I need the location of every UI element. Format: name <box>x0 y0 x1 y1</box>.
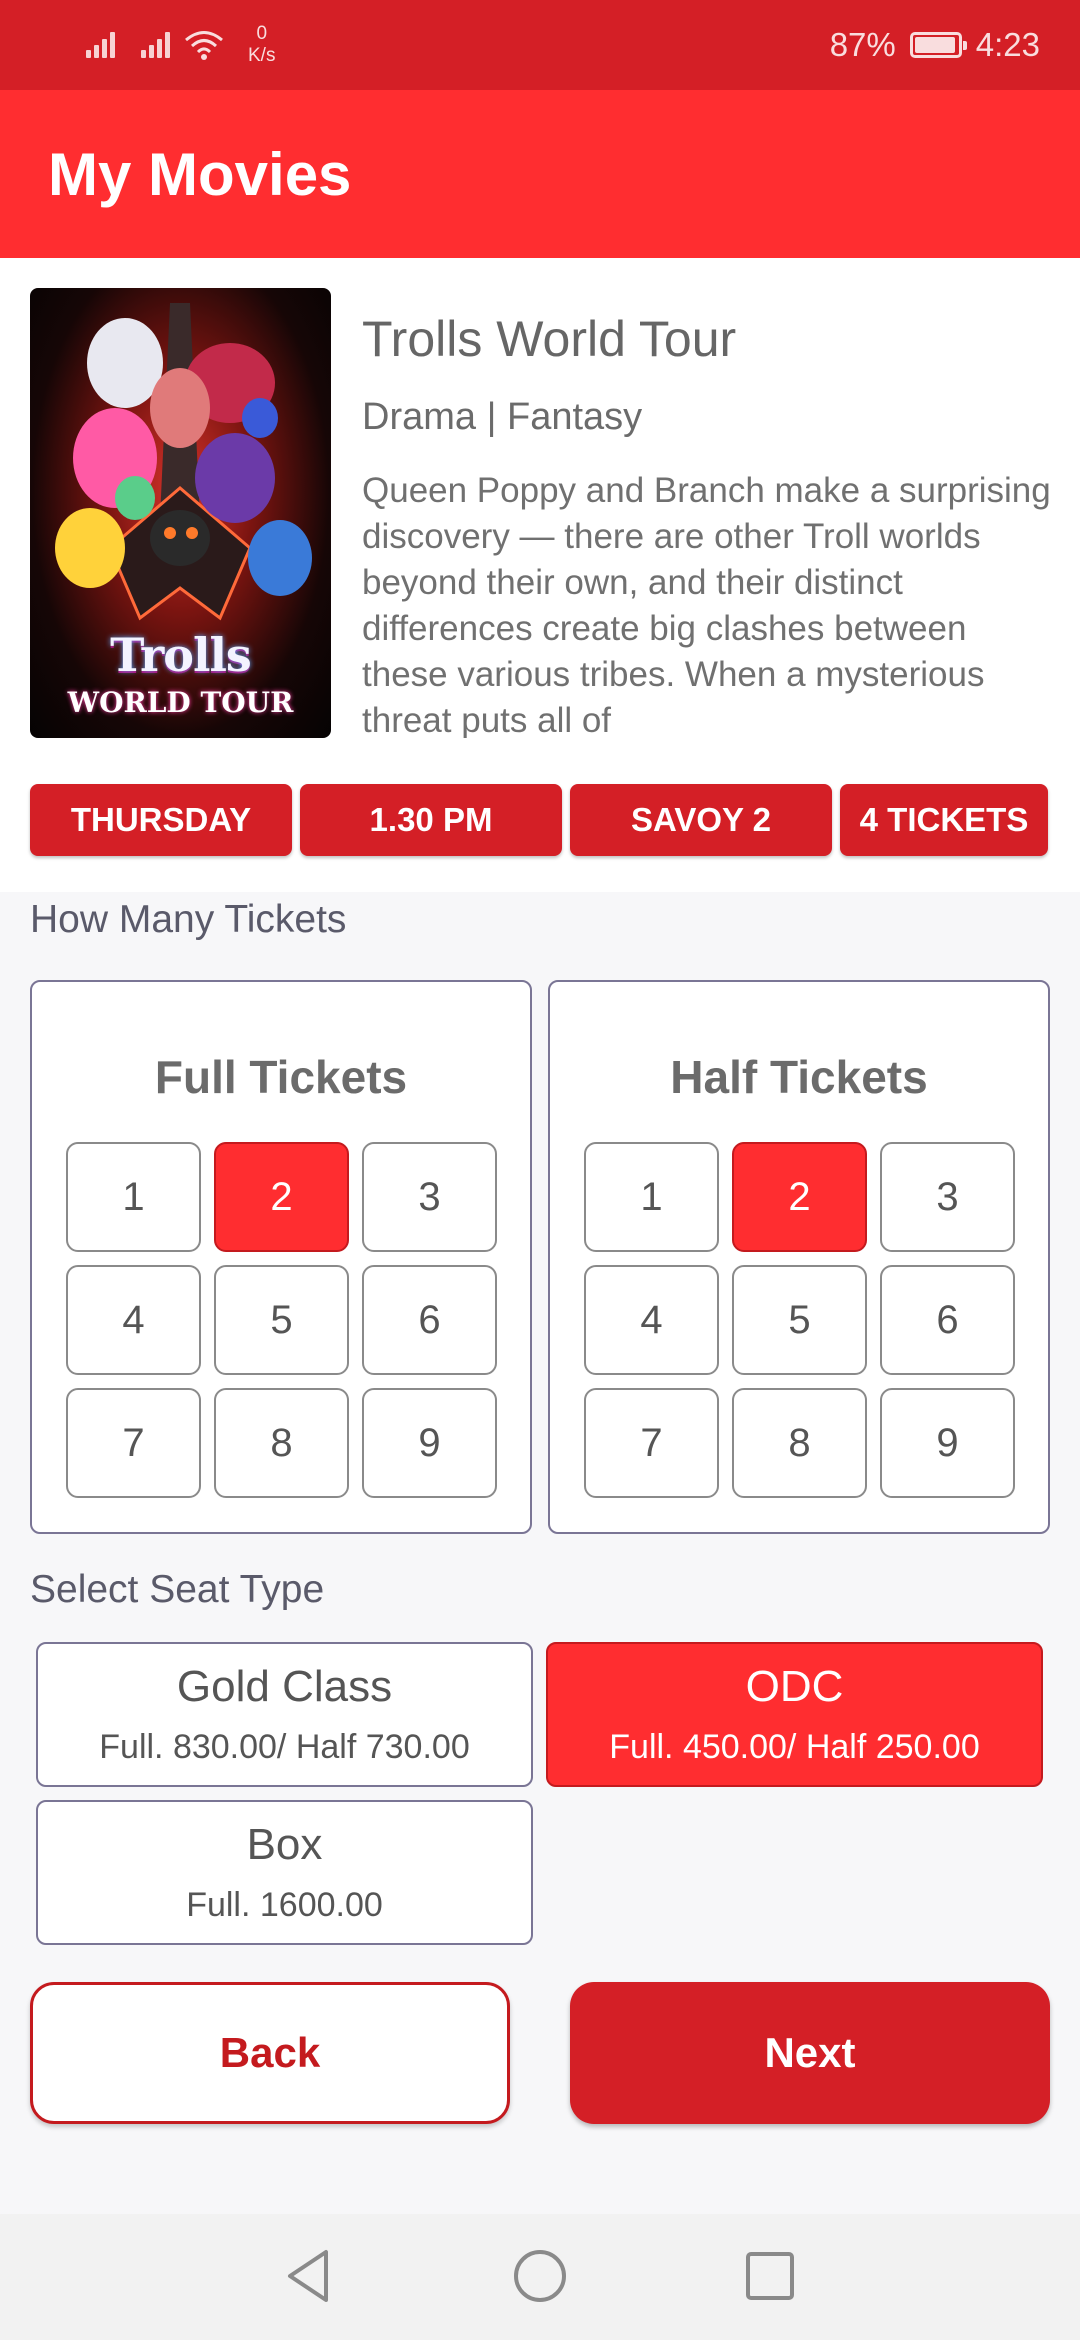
wifi-icon <box>184 29 224 61</box>
half-tickets-panel: Half Tickets 1 2 3 4 5 6 7 8 9 <box>548 980 1050 1534</box>
back-nav-icon[interactable] <box>276 2244 340 2308</box>
half-ticket-1[interactable]: 1 <box>584 1142 719 1252</box>
seat-option-price: Full. 450.00/ Half 250.00 <box>609 1728 980 1766</box>
ticket-count-label: How Many Tickets <box>30 898 347 941</box>
status-right: 87% 4:23 <box>830 22 1040 68</box>
status-left: 0 K/s <box>86 18 275 72</box>
network-speed: 0 K/s <box>248 23 276 66</box>
movie-title: Trolls World Tour <box>362 311 737 367</box>
half-ticket-9[interactable]: 9 <box>880 1388 1015 1498</box>
movie-description: Queen Poppy and Branch make a surprising… <box>362 471 1051 738</box>
half-ticket-7[interactable]: 7 <box>584 1388 719 1498</box>
signal-icon <box>86 32 115 58</box>
app-title: My Movies <box>48 141 352 208</box>
battery-percent: 87% <box>829 26 896 63</box>
full-ticket-1[interactable]: 1 <box>66 1142 201 1252</box>
hall-chip[interactable]: SAVOY 2 <box>570 784 832 856</box>
full-ticket-5[interactable]: 5 <box>214 1265 349 1375</box>
seat-type-label: Select Seat Type <box>30 1568 325 1611</box>
full-tickets-title: Full Tickets <box>154 1051 408 1103</box>
movie-details: Trolls WORLD TOUR Trolls World Tour Dram… <box>0 258 1080 892</box>
half-ticket-2[interactable]: 2 <box>732 1142 867 1252</box>
day-chip[interactable]: THURSDAY <box>30 784 292 856</box>
clock: 4:23 <box>975 26 1040 63</box>
next-button[interactable]: Next <box>570 1982 1050 2124</box>
full-ticket-8[interactable]: 8 <box>214 1388 349 1498</box>
poster-title: Trolls <box>110 628 252 682</box>
half-ticket-4[interactable]: 4 <box>584 1265 719 1375</box>
full-tickets-grid: 1 2 3 4 5 6 7 8 9 <box>66 1142 497 1498</box>
booking-summary: THURSDAY 1.30 PM SAVOY 2 4 TICKETS <box>30 784 1050 856</box>
seat-option-name: Gold Class <box>176 1662 393 1711</box>
home-nav-icon[interactable] <box>508 2244 572 2308</box>
half-tickets-grid: 1 2 3 4 5 6 7 8 9 <box>584 1142 1015 1498</box>
seat-option-odc[interactable]: ODC Full. 450.00/ Half 250.00 <box>546 1642 1043 1787</box>
status-bar: 0 K/s 87% 4:23 <box>0 0 1080 90</box>
signal-icon <box>141 32 170 58</box>
full-ticket-7[interactable]: 7 <box>66 1388 201 1498</box>
seat-option-price: Full. 830.00/ Half 730.00 <box>99 1728 470 1766</box>
full-ticket-2[interactable]: 2 <box>214 1142 349 1252</box>
full-ticket-4[interactable]: 4 <box>66 1265 201 1375</box>
full-ticket-6[interactable]: 6 <box>362 1265 497 1375</box>
movie-poster[interactable]: Trolls WORLD TOUR <box>30 288 331 738</box>
half-ticket-6[interactable]: 6 <box>880 1265 1015 1375</box>
system-nav-bar <box>0 2214 1080 2340</box>
seat-option-gold-class[interactable]: Gold Class Full. 830.00/ Half 730.00 <box>36 1642 533 1787</box>
battery-icon <box>909 32 967 58</box>
full-ticket-3[interactable]: 3 <box>362 1142 497 1252</box>
seat-option-price: Full. 1600.00 <box>186 1886 383 1924</box>
app-bar: My Movies <box>0 90 1080 258</box>
seat-option-box[interactable]: Box Full. 1600.00 <box>36 1800 533 1945</box>
half-ticket-5[interactable]: 5 <box>732 1265 867 1375</box>
seat-option-name: ODC <box>745 1662 844 1711</box>
movie-genre: Drama | Fantasy <box>362 396 643 438</box>
time-chip[interactable]: 1.30 PM <box>300 784 562 856</box>
tickets-chip[interactable]: 4 TICKETS <box>840 784 1048 856</box>
seat-option-name: Box <box>246 1820 323 1869</box>
poster-subtitle: WORLD TOUR <box>67 686 294 719</box>
half-ticket-8[interactable]: 8 <box>732 1388 867 1498</box>
recents-nav-icon[interactable] <box>738 2244 802 2308</box>
half-tickets-title: Half Tickets <box>670 1051 928 1103</box>
full-tickets-panel: Full Tickets 1 2 3 4 5 6 7 8 9 <box>30 980 532 1534</box>
full-ticket-9[interactable]: 9 <box>362 1388 497 1498</box>
half-ticket-3[interactable]: 3 <box>880 1142 1015 1252</box>
back-button[interactable]: Back <box>30 1982 510 2124</box>
